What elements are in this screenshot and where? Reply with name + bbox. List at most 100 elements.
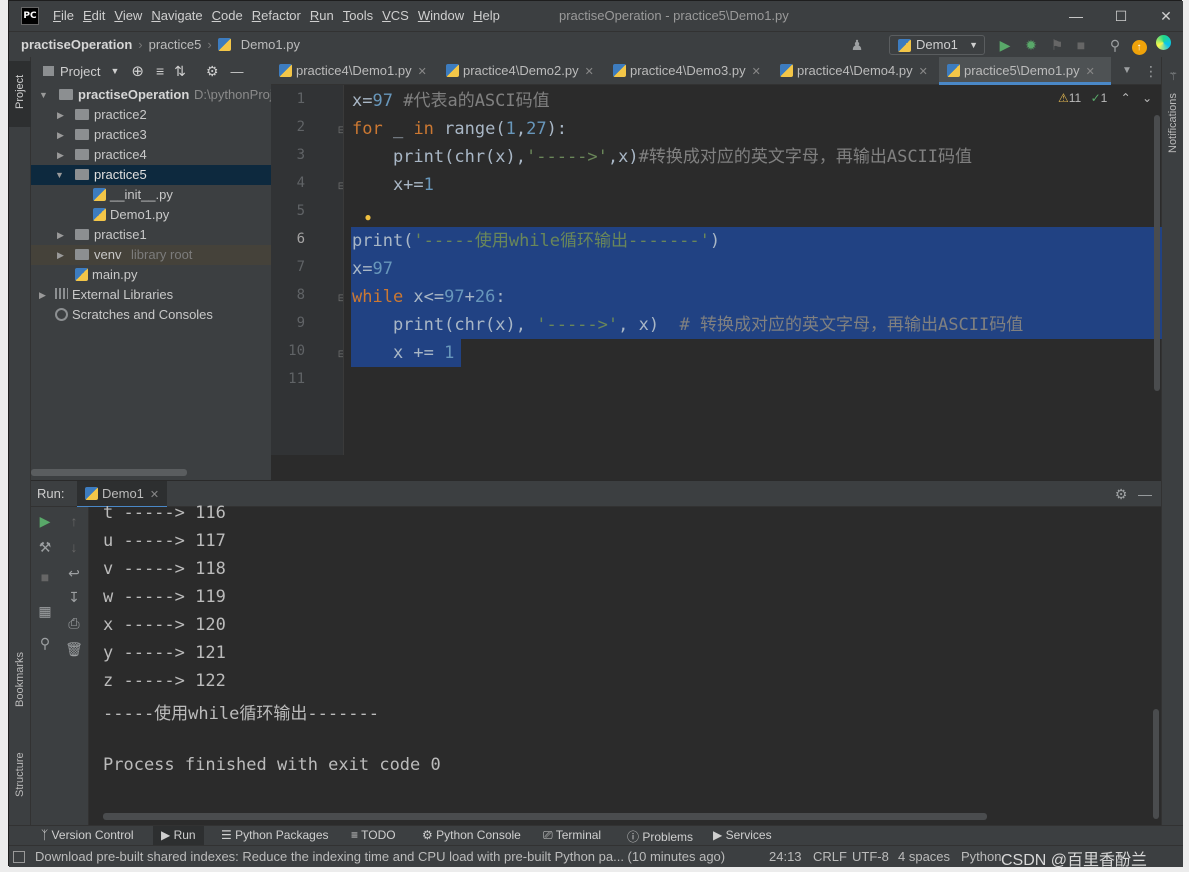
python-packages-button[interactable]: ☰ Python Packages	[221, 828, 329, 842]
breadcrumb-file[interactable]: Demo1.py	[241, 37, 300, 52]
arrow-down-icon[interactable]: ↓	[64, 537, 84, 557]
tab-practice4-demo1[interactable]: practice4\Demo1.py ✕	[271, 57, 437, 85]
print-icon[interactable]: ⎙	[64, 613, 84, 633]
hide-icon[interactable]: —	[1135, 484, 1155, 504]
inspection-widget[interactable]: ⚠11 ✓1 ⌃ ⌄	[1058, 91, 1152, 105]
python-console-button[interactable]: ⚙ Python Console	[422, 828, 521, 842]
close-icon[interactable]: ✕	[585, 66, 594, 78]
tree-item-practice5[interactable]: ▼ practice5	[31, 165, 271, 185]
maximize-icon[interactable]: ☐	[1106, 5, 1136, 27]
console-v-scrollbar[interactable]	[1153, 709, 1159, 819]
tree-item-init-py[interactable]: __init__.py	[31, 185, 271, 205]
breadcrumb-root[interactable]: practiseOperation	[21, 37, 132, 52]
user-icon[interactable]: ♟	[847, 35, 867, 55]
close-icon[interactable]: ✕	[1151, 5, 1181, 27]
layout-icon[interactable]: ▦	[35, 601, 55, 621]
tab-practice5-demo1[interactable]: practice5\Demo1.py ✕	[939, 57, 1111, 85]
run-icon[interactable]: ▶	[995, 35, 1015, 55]
menu-help[interactable]: Help	[473, 8, 500, 23]
run-config-dropdown[interactable]: Demo1 ▼	[889, 35, 985, 55]
python-interpreter[interactable]: Python	[961, 849, 1001, 864]
menu-run[interactable]: Run	[310, 8, 334, 23]
menu-refactor[interactable]: Refactor	[252, 8, 301, 23]
problems-button[interactable]: ⓘ Problems	[627, 828, 693, 845]
tree-item-practice3[interactable]: ▶ practice3	[31, 125, 271, 145]
soft-wrap-icon[interactable]: ↩	[64, 563, 84, 583]
stop-icon[interactable]: ■	[35, 567, 55, 587]
menu-navigate[interactable]: Navigate	[151, 8, 202, 23]
hide-icon[interactable]: —	[230, 64, 243, 79]
expand-all-icon[interactable]: ⇅	[174, 63, 186, 80]
console-h-scrollbar[interactable]	[103, 813, 987, 820]
menu-tools[interactable]: Tools	[343, 8, 373, 23]
tree-root[interactable]: ▼ practiseOperation D:\pythonProj	[31, 85, 273, 105]
chevron-up-icon[interactable]: ⌃	[1121, 91, 1131, 105]
status-message[interactable]: Download pre-built shared indexes: Reduc…	[35, 849, 745, 864]
menu-edit[interactable]: Edit	[83, 8, 105, 23]
chevron-down-icon[interactable]: ▼	[110, 66, 119, 76]
menu-vcs[interactable]: VCS	[382, 8, 409, 23]
trash-icon[interactable]: 🗑	[64, 639, 84, 659]
file-encoding[interactable]: UTF-8	[852, 849, 889, 864]
close-icon[interactable]: ✕	[418, 66, 427, 78]
tab-list-icon[interactable]: ▼	[1117, 61, 1137, 81]
tree-item-practice4[interactable]: ▶ practice4	[31, 145, 271, 165]
chevron-down-icon[interactable]: ⌄	[1142, 91, 1152, 105]
more-icon[interactable]: ⋮	[1141, 61, 1161, 81]
menu-view[interactable]: View	[114, 8, 142, 23]
scroll-to-end-icon[interactable]: ↧	[64, 587, 84, 607]
coverage-icon[interactable]: ⚑	[1047, 35, 1067, 55]
layout-toggle-icon[interactable]	[13, 851, 25, 863]
indent-setting[interactable]: 4 spaces	[898, 849, 950, 864]
search-icon[interactable]: ⚲	[1105, 35, 1125, 55]
debug-icon[interactable]: ✹	[1021, 35, 1041, 55]
tree-item-practice2[interactable]: ▶ practice2	[31, 105, 271, 125]
bookmarks-toolwindow-label[interactable]: Bookmarks	[14, 652, 26, 707]
target-icon[interactable]: ⊕	[131, 62, 144, 80]
gear-icon[interactable]: ⚙	[1111, 484, 1131, 504]
minimize-icon[interactable]: —	[1061, 5, 1091, 27]
close-icon[interactable]: ✕	[150, 489, 159, 501]
terminal-button[interactable]: ⎚ Terminal	[543, 828, 601, 843]
menu-file[interactable]: File	[53, 8, 74, 23]
update-icon[interactable]: ↑	[1129, 35, 1149, 55]
tab-practice4-demo4[interactable]: practice4\Demo4.py ✕	[772, 57, 938, 85]
caret-position[interactable]: 24:13	[769, 849, 802, 864]
menu-window[interactable]: Window	[418, 8, 464, 23]
editor-scrollbar[interactable]	[1154, 115, 1160, 391]
plugin-icon[interactable]	[1153, 35, 1173, 55]
tree-item-external-libraries[interactable]: ▶ External Libraries	[31, 285, 271, 305]
notifications-toolwindow-label[interactable]: Notifications	[1167, 93, 1179, 153]
arrow-up-icon[interactable]: ↑	[64, 511, 84, 531]
tree-item-main-py[interactable]: main.py	[31, 265, 271, 285]
services-button[interactable]: ▶ Services	[713, 828, 772, 842]
tab-practice4-demo3[interactable]: practice4\Demo3.py ✕	[605, 57, 771, 85]
tree-item-venv[interactable]: ▶ venv library root	[31, 245, 271, 265]
lightbulb-icon[interactable]: ●	[358, 207, 378, 227]
collapse-all-icon[interactable]: ≡	[156, 63, 164, 79]
project-scrollbar[interactable]	[31, 469, 187, 476]
close-icon[interactable]: ✕	[752, 66, 761, 78]
stop-icon[interactable]: ■	[1071, 35, 1091, 55]
pin-icon[interactable]: ⚲	[35, 633, 55, 653]
bell-icon[interactable]: ⚚	[1163, 67, 1183, 87]
run-button[interactable]: ▶ Run	[153, 826, 204, 846]
tree-item-practise1[interactable]: ▶ practise1	[31, 225, 271, 245]
todo-button[interactable]: ≡ TODO	[351, 828, 396, 842]
version-control-button[interactable]: ᛉ Version Control	[41, 828, 134, 842]
code-editor[interactable]: x=97 #代表a的ASCI码值 for _ in range(1,27): p…	[343, 85, 1162, 455]
run-console[interactable]: t -----> 116 u -----> 117 v -----> 118 w…	[89, 503, 1161, 825]
rerun-icon[interactable]: ▶	[35, 511, 55, 531]
wrench-icon[interactable]: ⚒	[35, 537, 55, 557]
tab-practice4-demo2[interactable]: practice4\Demo2.py ✕	[438, 57, 604, 85]
tree-item-demo1-py[interactable]: Demo1.py	[31, 205, 271, 225]
gear-icon[interactable]: ⚙	[206, 63, 219, 80]
line-separator[interactable]: CRLF	[813, 849, 847, 864]
breadcrumb-dir[interactable]: practice5	[149, 37, 202, 52]
structure-toolwindow-label[interactable]: Structure	[14, 752, 26, 797]
tree-item-scratches[interactable]: Scratches and Consoles	[31, 305, 271, 325]
menu-code[interactable]: Code	[212, 8, 243, 23]
project-panel-title[interactable]: Project	[60, 64, 100, 79]
close-icon[interactable]: ✕	[1086, 66, 1095, 78]
close-icon[interactable]: ✕	[919, 66, 928, 78]
